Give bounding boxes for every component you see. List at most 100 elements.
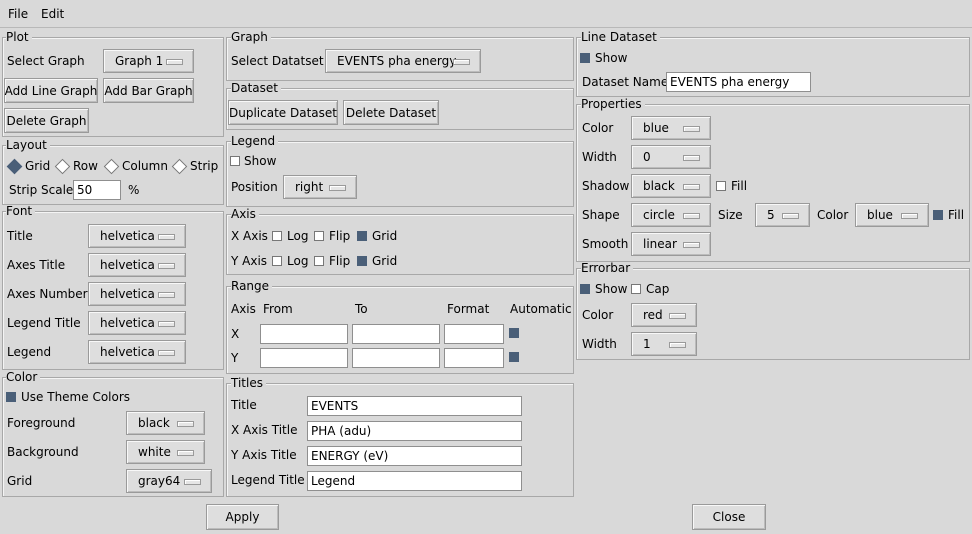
errorbar-show-checkbox[interactable]: [580, 284, 590, 294]
strip-scale-input[interactable]: 50: [73, 180, 121, 200]
prop-size-menu[interactable]: 5: [755, 203, 810, 227]
menu-file[interactable]: File: [8, 7, 28, 21]
shadow-fill-checkbox[interactable]: [716, 181, 726, 191]
x-axis-flip-label: Flip: [329, 229, 351, 243]
x-axis-flip-checkbox[interactable]: [314, 231, 324, 241]
titles-legend-label: Legend Title: [231, 473, 305, 487]
prop-smooth-menu[interactable]: linear: [631, 232, 711, 256]
foreground-label: Foreground: [7, 416, 76, 430]
prop-shape-menu[interactable]: circle: [631, 203, 711, 227]
close-button[interactable]: Close: [692, 504, 766, 530]
menu-indicator-icon: [683, 126, 700, 132]
range-frame-title: Range: [231, 280, 273, 293]
strip-scale-unit: %: [128, 183, 140, 197]
titles-x-axis-input[interactable]: PHA (adu): [307, 421, 522, 441]
range-y-format-input[interactable]: [444, 348, 504, 368]
titles-y-axis-input[interactable]: ENERGY (eV): [307, 446, 522, 466]
y-axis-grid-checkbox[interactable]: [357, 256, 367, 266]
dataset-name-input[interactable]: EVENTS pha energy: [666, 72, 811, 92]
add-line-graph-button[interactable]: Add Line Graph: [4, 78, 98, 103]
legend-frame: [226, 141, 574, 207]
font-axes-title-menu[interactable]: helvetica: [88, 253, 186, 277]
errorbar-color-menu[interactable]: red: [631, 303, 697, 327]
prop-width-menu[interactable]: 0: [631, 145, 711, 169]
errorbar-cap-checkbox[interactable]: [631, 284, 641, 294]
legend-show-label: Show: [244, 154, 277, 168]
y-axis-flip-checkbox[interactable]: [314, 256, 324, 266]
range-y-to-input[interactable]: [352, 348, 440, 368]
font-legend-menu[interactable]: helvetica: [88, 340, 186, 364]
add-bar-graph-button[interactable]: Add Bar Graph: [103, 78, 194, 103]
menu-indicator-icon: [683, 184, 700, 190]
use-theme-colors-checkbox[interactable]: [6, 392, 16, 402]
font-axes-title-label: Axes Title: [7, 258, 66, 272]
prop-shape-color-menu[interactable]: blue: [855, 203, 929, 227]
foreground-menu[interactable]: black: [126, 411, 205, 435]
x-axis-label: X Axis: [231, 229, 268, 243]
font-title-label: Title: [7, 229, 33, 243]
strip-scale-label: Strip Scale: [9, 183, 74, 197]
legend-position-menu[interactable]: right: [283, 175, 357, 199]
range-y-label: Y: [231, 351, 239, 365]
font-frame-title: Font: [6, 205, 36, 218]
delete-graph-button[interactable]: Delete Graph: [4, 108, 89, 133]
menu-indicator-icon: [158, 292, 175, 298]
legend-position-label: Position: [231, 180, 278, 194]
errorbar-color-label: Color: [582, 308, 614, 322]
range-y-automatic-checkbox[interactable]: [509, 352, 519, 362]
errorbar-width-menu[interactable]: 1: [631, 332, 697, 356]
titles-legend-input[interactable]: Legend: [307, 471, 522, 491]
shadow-fill-label: Fill: [731, 179, 748, 193]
errorbar-width-label: Width: [582, 337, 617, 351]
x-axis-log-checkbox[interactable]: [272, 231, 282, 241]
line-dataset-show-label: Show: [595, 51, 628, 65]
font-legend-title-label: Legend Title: [7, 316, 81, 330]
line-dataset-frame-title: Line Dataset: [581, 31, 660, 44]
delete-dataset-button[interactable]: Delete Dataset: [343, 100, 439, 125]
x-axis-grid-checkbox[interactable]: [357, 231, 367, 241]
range-x-format-input[interactable]: [444, 324, 504, 344]
menubar: File Edit: [0, 0, 972, 28]
font-legend-title-menu[interactable]: helvetica: [88, 311, 186, 335]
select-dataset-menu[interactable]: EVENTS pha energy: [325, 49, 481, 73]
duplicate-dataset-button[interactable]: Duplicate Dataset: [228, 100, 338, 125]
range-x-from-input[interactable]: [260, 324, 348, 344]
range-x-to-input[interactable]: [352, 324, 440, 344]
color-frame-title: Color: [6, 371, 41, 384]
legend-show-checkbox[interactable]: [230, 156, 240, 166]
titles-frame-title: Titles: [231, 377, 266, 390]
titles-title-input[interactable]: EVENTS: [307, 396, 522, 416]
dataset-frame-title: Dataset: [231, 82, 281, 95]
menu-indicator-icon: [683, 213, 700, 219]
dataset-name-label: Dataset Name: [582, 75, 669, 89]
prop-color-menu[interactable]: blue: [631, 116, 711, 140]
axis-frame-title: Axis: [231, 208, 259, 221]
font-axes-number-label: Axes Number: [7, 287, 88, 301]
prop-size-label: Size: [718, 208, 743, 222]
menu-indicator-icon: [782, 213, 799, 219]
font-axes-number-menu[interactable]: helvetica: [88, 282, 186, 306]
prop-shadow-menu[interactable]: black: [631, 174, 711, 198]
prop-width-label: Width: [582, 150, 617, 164]
grid-color-menu[interactable]: gray64: [126, 469, 212, 493]
select-dataset-label: Select Datatset: [231, 54, 324, 68]
menu-indicator-icon: [184, 479, 201, 485]
select-graph-menu[interactable]: Graph 1: [103, 49, 194, 73]
background-menu[interactable]: white: [126, 440, 205, 464]
menu-indicator-icon: [669, 342, 686, 348]
range-y-from-input[interactable]: [260, 348, 348, 368]
y-axis-log-checkbox[interactable]: [272, 256, 282, 266]
x-axis-log-label: Log: [287, 229, 309, 243]
font-title-menu[interactable]: helvetica: [88, 224, 186, 248]
prop-shadow-label: Shadow: [582, 179, 630, 193]
range-x-automatic-checkbox[interactable]: [509, 328, 519, 338]
layout-strip-label: Strip: [190, 159, 219, 173]
line-dataset-show-checkbox[interactable]: [580, 53, 590, 63]
menu-indicator-icon: [901, 213, 918, 219]
range-automatic-header: Automatic: [510, 302, 572, 316]
y-axis-flip-label: Flip: [329, 254, 351, 268]
errorbar-show-label: Show: [595, 282, 628, 296]
menu-edit[interactable]: Edit: [41, 7, 64, 21]
apply-button[interactable]: Apply: [206, 504, 279, 530]
shape-fill-checkbox[interactable]: [933, 210, 943, 220]
